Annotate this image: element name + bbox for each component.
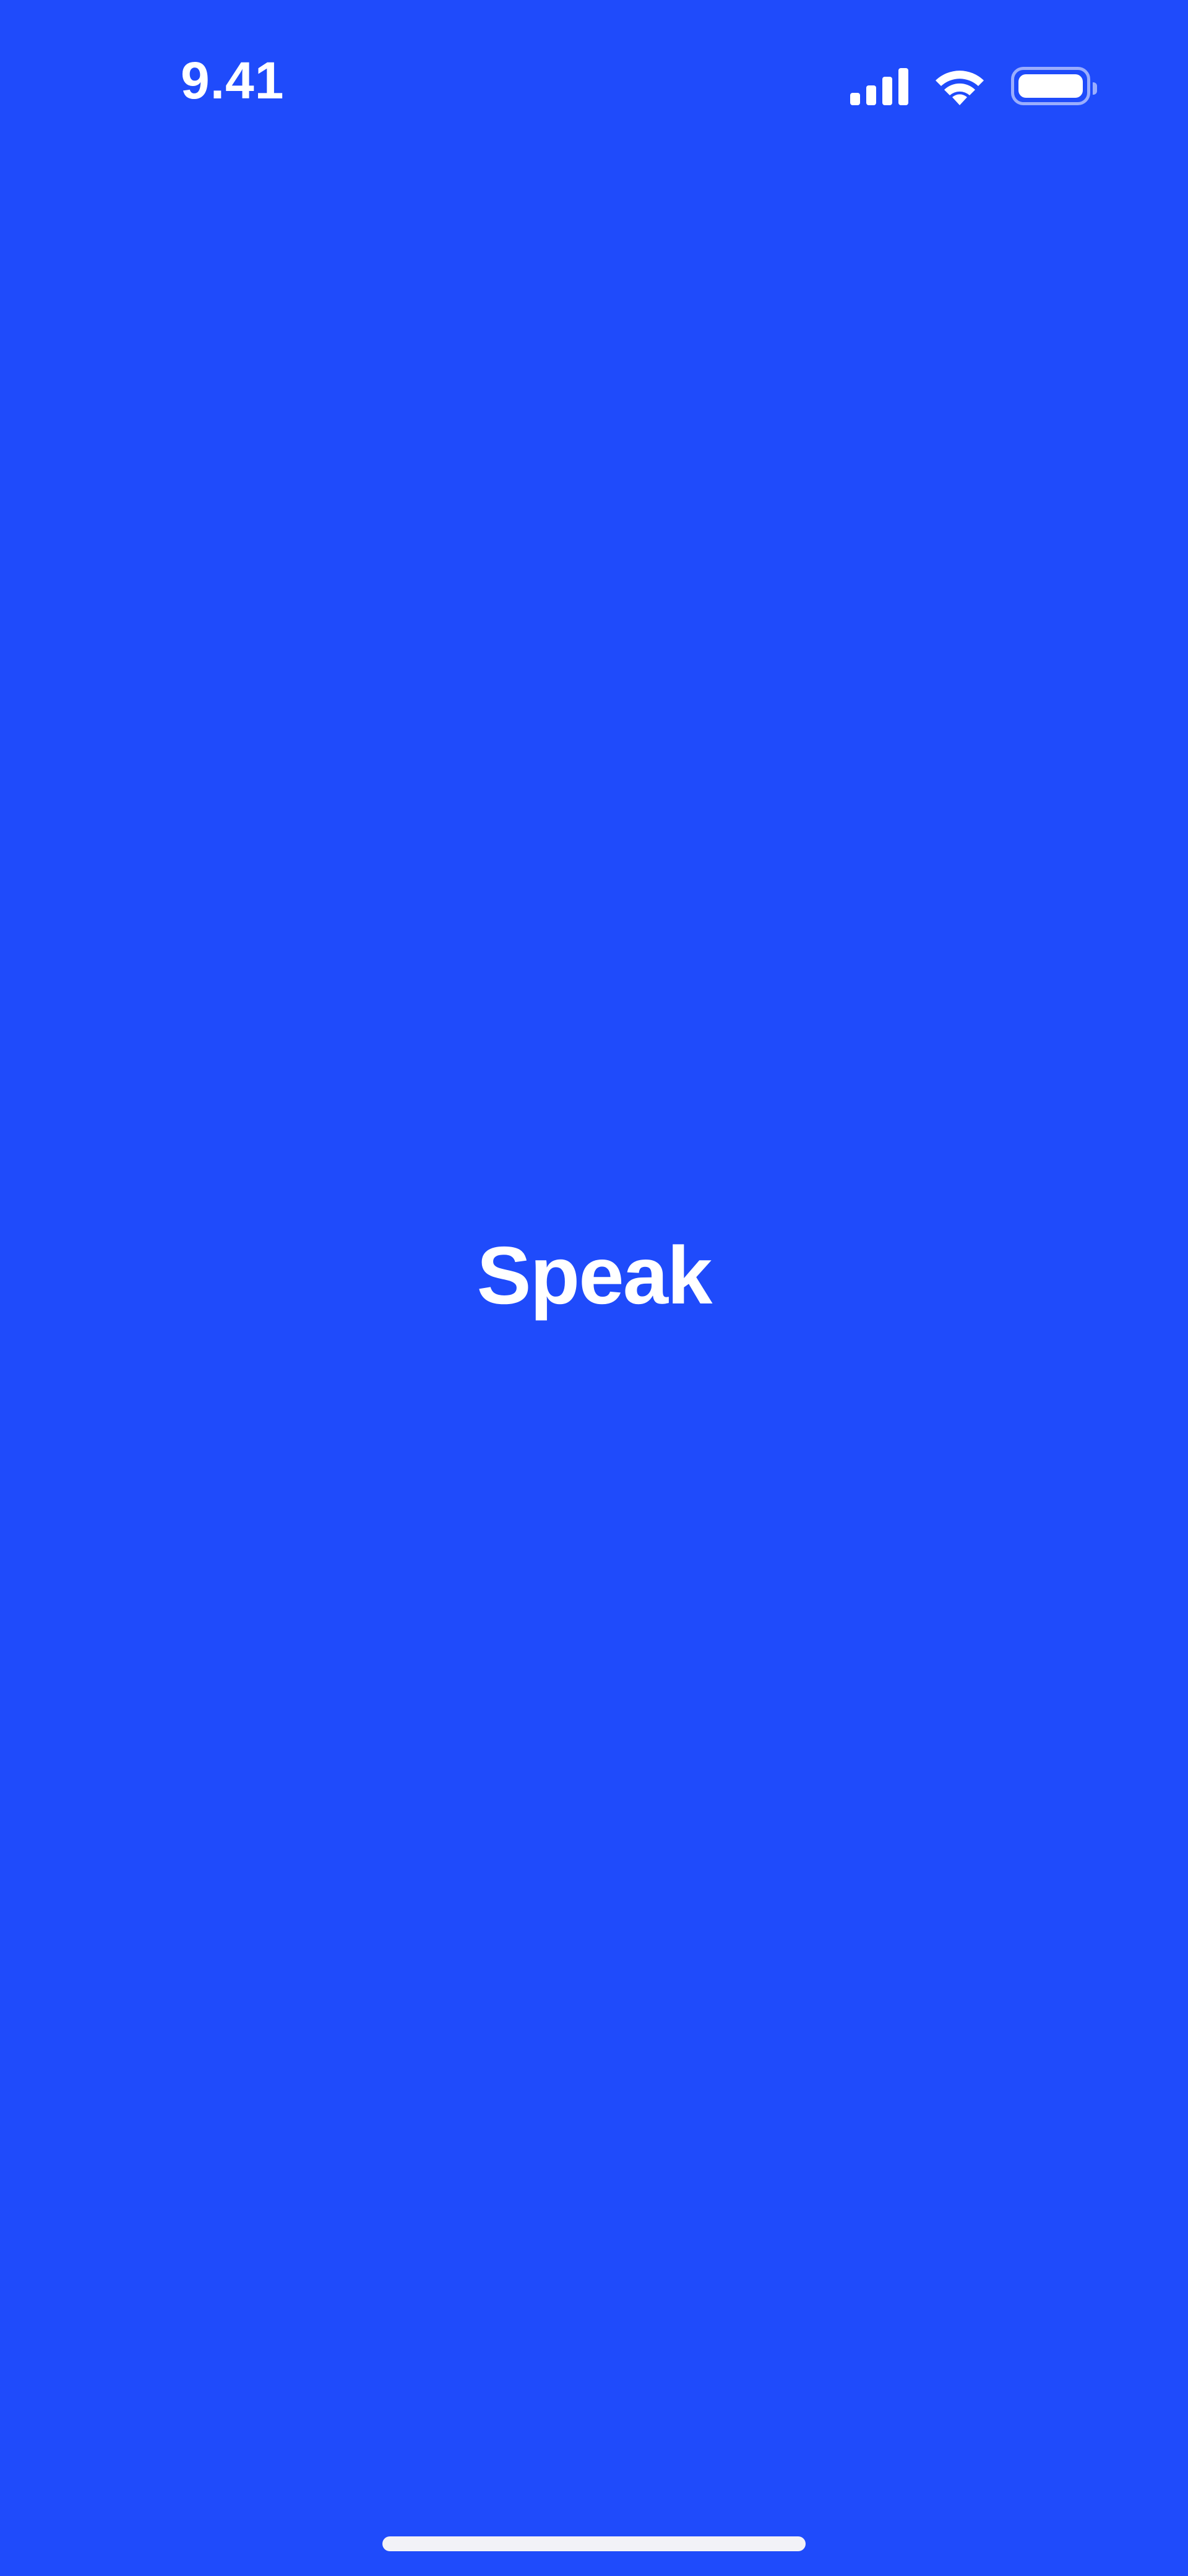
status-time: 9.41 xyxy=(181,51,285,110)
home-indicator[interactable] xyxy=(382,2536,806,2551)
splash-screen: 9.41 Speak xyxy=(0,0,1188,2576)
battery-icon xyxy=(1011,67,1097,105)
app-logo-wordmark: Speak xyxy=(476,1230,713,1321)
status-icons xyxy=(850,64,1097,108)
status-bar: 9.41 xyxy=(0,0,1188,149)
wifi-icon xyxy=(933,67,986,105)
cellular-signal-icon xyxy=(850,67,908,105)
